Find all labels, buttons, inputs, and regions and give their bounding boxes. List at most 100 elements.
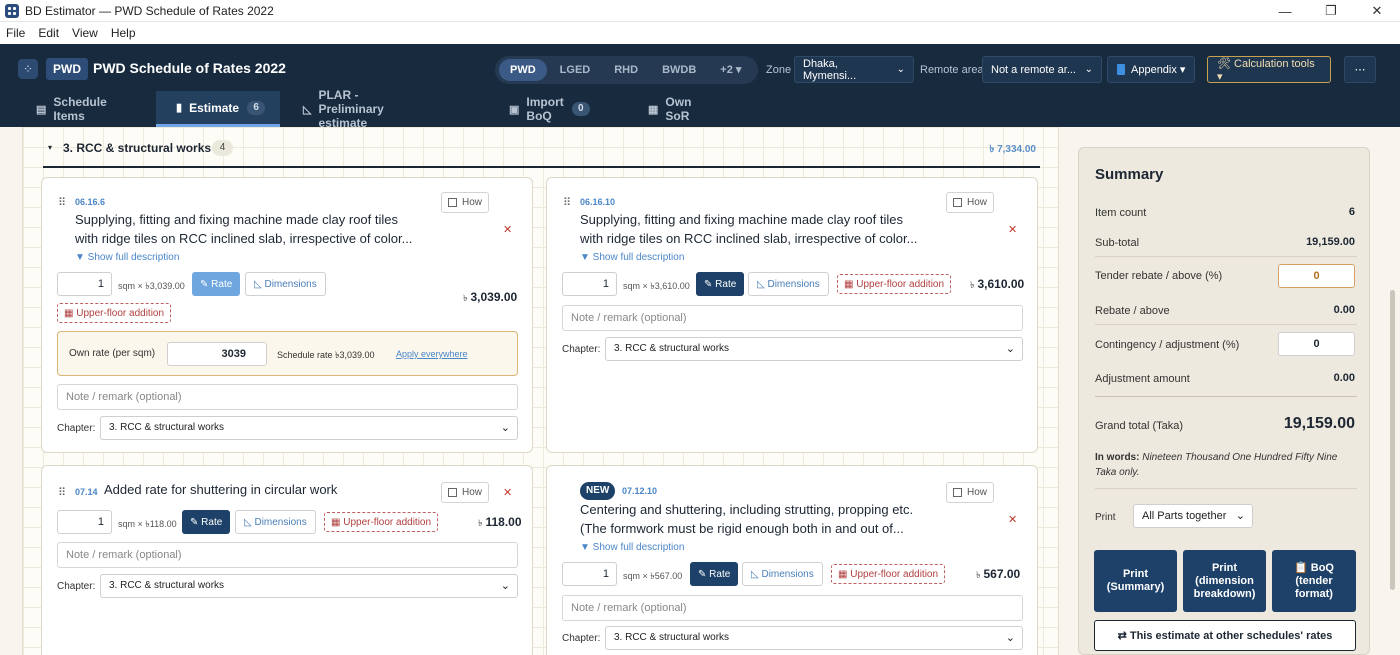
- drag-handle-icon[interactable]: ⠿: [58, 196, 66, 209]
- menu-view[interactable]: View: [72, 26, 98, 40]
- other-schedules-rates-button[interactable]: ⇄ This estimate at other schedules' rate…: [1094, 620, 1356, 651]
- how-button[interactable]: How: [946, 192, 995, 213]
- how-label: How: [967, 487, 988, 498]
- quantity-input[interactable]: 1: [562, 562, 617, 586]
- remove-item-icon[interactable]: ✕: [1008, 223, 1017, 236]
- upper-floor-addition-button[interactable]: ▦ Upper-floor addition: [837, 274, 952, 294]
- note-input[interactable]: Note / remark (optional): [57, 384, 518, 410]
- print-parts-value: All Parts together: [1142, 510, 1227, 522]
- print-dimension-label: Print (dimension breakdown): [1193, 561, 1256, 600]
- rate-button[interactable]: ✎ Rate: [182, 510, 231, 534]
- contingency-input[interactable]: 0: [1278, 332, 1355, 356]
- dimensions-button[interactable]: ◺ Dimensions: [245, 272, 326, 296]
- quantity-input[interactable]: 1: [562, 272, 617, 296]
- scrollbar[interactable]: [1390, 290, 1395, 590]
- chapter-select[interactable]: 3. RCC & structural works ⌄: [605, 626, 1023, 650]
- note-input[interactable]: Note / remark (optional): [562, 595, 1023, 621]
- tender-rebate-input[interactable]: 0: [1278, 264, 1355, 288]
- own-rate-input[interactable]: 3039: [167, 342, 267, 366]
- item-code: 06.16.10: [580, 197, 616, 207]
- zone-select[interactable]: Dhaka, Mymensi... ⌄: [794, 56, 914, 83]
- boq-tender-label: 📋 BoQ (tender format): [1294, 561, 1334, 600]
- tab-import-boq[interactable]: ▣ Import BoQ 0: [509, 91, 590, 127]
- upper-floor-addition-button[interactable]: ▦ Upper-floor addition: [57, 303, 172, 323]
- schedule-more[interactable]: +2 ▾: [709, 59, 752, 81]
- maximize-button[interactable]: ❐: [1308, 0, 1354, 22]
- divider: [1095, 396, 1357, 397]
- dimensions-button[interactable]: ◺ Dimensions: [742, 562, 823, 586]
- how-button[interactable]: How: [441, 192, 490, 213]
- print-label: Print: [1095, 512, 1116, 523]
- quantity-input[interactable]: 1: [57, 272, 112, 296]
- show-full-description-link[interactable]: ▼ Show full description: [75, 252, 179, 263]
- collapse-icon[interactable]: ▾: [48, 143, 52, 152]
- schedule-lged[interactable]: LGED: [549, 59, 602, 81]
- chapter-select[interactable]: 3. RCC & structural works ⌄: [605, 337, 1023, 361]
- dimensions-button[interactable]: ◺ Dimensions: [235, 510, 316, 534]
- more-icon: ⋯: [1354, 64, 1366, 76]
- remote-area-select[interactable]: Not a remote ar... ⌄: [982, 56, 1102, 83]
- chapter-select-value: 3. RCC & structural works: [109, 422, 225, 433]
- rebate-label: Rebate / above: [1095, 305, 1170, 317]
- tab-estimate[interactable]: ▮ Estimate 6: [156, 91, 280, 127]
- item-description: Added rate for shuttering in circular wo…: [104, 480, 434, 499]
- chapter-select[interactable]: 3. RCC & structural works ⌄: [100, 574, 518, 598]
- chapter-label: Chapter:: [562, 633, 601, 644]
- chapter-select[interactable]: 3. RCC & structural works ⌄: [100, 416, 518, 440]
- menu-help[interactable]: Help: [111, 26, 136, 40]
- tab-schedule-items[interactable]: ▤ Schedule Items: [36, 91, 107, 127]
- remote-area-label: Remote area: [920, 64, 984, 76]
- show-full-description-link[interactable]: ▼ Show full description: [580, 542, 684, 553]
- print-parts-select[interactable]: All Parts together ⌄: [1133, 504, 1253, 528]
- upper-floor-addition-button[interactable]: ▦ Upper-floor addition: [831, 564, 946, 584]
- menu-edit[interactable]: Edit: [38, 26, 59, 40]
- how-button[interactable]: How: [946, 482, 995, 503]
- note-input[interactable]: Note / remark (optional): [57, 542, 518, 568]
- amount-value: 567.00: [983, 567, 1021, 581]
- amount-value: 3,039.00: [470, 290, 518, 304]
- remove-item-icon[interactable]: ✕: [503, 486, 512, 499]
- note-input[interactable]: Note / remark (optional): [562, 305, 1023, 331]
- subtotal-label: Sub-total: [1095, 237, 1140, 249]
- remove-item-icon[interactable]: ✕: [1008, 513, 1017, 526]
- window-title: BD Estimator — PWD Schedule of Rates 202…: [25, 3, 274, 18]
- chapter-label: Chapter:: [57, 423, 96, 434]
- import-icon: ▣: [509, 103, 520, 116]
- rate-button[interactable]: ✎ Rate: [192, 272, 241, 296]
- book-icon: [1117, 64, 1125, 75]
- close-button[interactable]: ✕: [1354, 0, 1400, 22]
- remove-item-icon[interactable]: ✕: [503, 223, 512, 236]
- apps-grid-icon[interactable]: ⁘: [18, 59, 38, 79]
- schedule-bwdb[interactable]: BWDB: [651, 59, 707, 81]
- rate-button[interactable]: ✎ Rate: [690, 562, 739, 586]
- calculation-tools-button[interactable]: 🛠 Calculation tools ▾: [1207, 56, 1331, 83]
- upper-floor-addition-button[interactable]: ▦ Upper-floor addition: [324, 512, 439, 532]
- boq-tender-button[interactable]: 📋 BoQ (tender format): [1272, 550, 1356, 612]
- rate-button[interactable]: ✎ Rate: [696, 272, 745, 296]
- tab-own-sor[interactable]: ▦ Own SoR: [648, 91, 691, 127]
- item-count-value: 6: [1348, 206, 1355, 218]
- unit-rate-text: sqm × ৳118.00: [118, 519, 177, 529]
- item-description: Supplying, fitting and fixing machine ma…: [75, 210, 455, 248]
- quantity-input[interactable]: 1: [57, 510, 112, 534]
- print-dimension-button[interactable]: Print (dimension breakdown): [1183, 550, 1266, 612]
- tab-plar[interactable]: ◺ PLAR - Preliminary estimate: [303, 88, 384, 130]
- minimize-button[interactable]: —: [1262, 0, 1308, 22]
- appendix-button[interactable]: Appendix ▾: [1107, 56, 1196, 83]
- menu-file[interactable]: File: [6, 26, 25, 40]
- print-summary-button[interactable]: Print (Summary): [1094, 550, 1177, 612]
- dimensions-button[interactable]: ◺ Dimensions: [748, 272, 829, 296]
- chapter-header[interactable]: ▾ 3. RCC & structural works 4 ৳ 7,334.00: [43, 135, 1040, 168]
- show-full-description-link[interactable]: ▼ Show full description: [580, 252, 684, 263]
- schedule-pwd[interactable]: PWD: [499, 59, 547, 81]
- tab-count: 6: [247, 100, 266, 115]
- drag-handle-icon[interactable]: ⠿: [563, 196, 571, 209]
- apply-everywhere-link[interactable]: Apply everywhere: [396, 349, 468, 359]
- drag-handle-icon[interactable]: ⠿: [58, 486, 66, 499]
- list-icon: ▤: [36, 103, 47, 116]
- more-options-button[interactable]: ⋯: [1344, 56, 1376, 83]
- how-button[interactable]: How: [441, 482, 490, 503]
- schedule-rhd[interactable]: RHD: [603, 59, 649, 81]
- tender-rebate-label: Tender rebate / above (%): [1095, 270, 1223, 282]
- unit-rate-text: sqm × ৳567.00: [623, 571, 683, 581]
